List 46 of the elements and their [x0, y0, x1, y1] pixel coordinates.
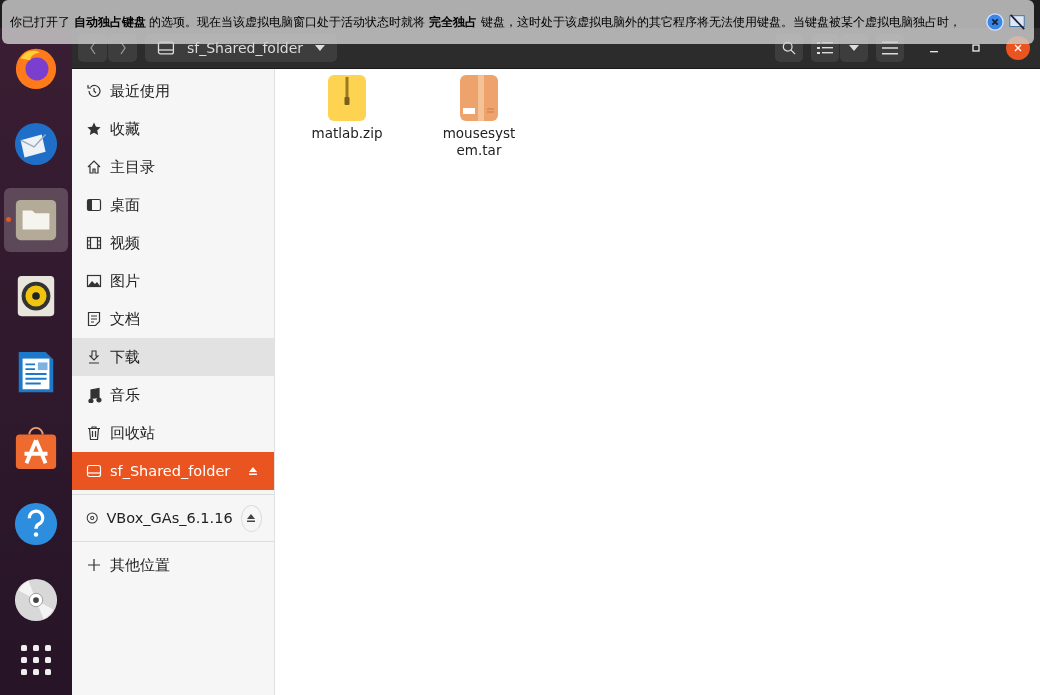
folder-icon[interactable] [13, 197, 59, 243]
music-icon [86, 387, 102, 403]
maximize-icon [971, 43, 981, 53]
minimize-icon [929, 51, 939, 53]
drive-icon [86, 463, 102, 479]
sidebar-item[interactable]: 其他位置 [72, 546, 274, 584]
recent-icon [86, 83, 102, 99]
sidebar-item[interactable]: 桌面 [72, 186, 274, 224]
mail-globe-icon[interactable] [13, 121, 59, 167]
sidebar-item[interactable]: 视频 [72, 224, 274, 262]
keyboard-off-icon[interactable] [1008, 13, 1026, 31]
disc-icon[interactable] [13, 577, 59, 623]
sidebar-item[interactable]: 收藏 [72, 110, 274, 148]
sidebar-item[interactable]: 文档 [72, 300, 274, 338]
dock-item[interactable] [4, 188, 68, 252]
disc-icon [86, 510, 99, 526]
help-icon[interactable] [13, 501, 59, 547]
sidebar-item[interactable]: sf_Shared_folder [72, 452, 274, 490]
close-icon [1013, 43, 1023, 53]
close-icon[interactable] [986, 13, 1004, 31]
package-icon [460, 75, 498, 121]
app-grid-icon[interactable] [20, 644, 52, 676]
eject-icon [246, 513, 257, 523]
download-icon [86, 349, 102, 365]
sidebar-item[interactable]: 最近使用 [72, 72, 274, 110]
trash-icon [86, 425, 102, 441]
sidebar-item[interactable]: 图片 [72, 262, 274, 300]
search-icon [781, 41, 797, 55]
notification-text: 你已打开了 自动独占键盘 的选项。现在当该虚拟电脑窗口处于活动状态时就将 完全独占 键盘，这时处于该虚拟电脑外的其它程序将无法使用键盘。当键盘被某个虚拟电脑独占时， [10, 14, 962, 30]
home-icon [86, 159, 102, 175]
eject-icon [248, 466, 258, 476]
sidebar-item[interactable]: 音乐 [72, 376, 274, 414]
sidebar-item[interactable]: 下载 [72, 338, 274, 376]
file-item[interactable]: mousesyst em.tar [439, 75, 519, 159]
plus-icon [86, 557, 102, 573]
zip-archive-icon [328, 75, 366, 121]
file-item[interactable]: matlab.zip [307, 75, 387, 142]
sidebar-item[interactable]: 回收站 [72, 414, 274, 452]
star-icon [86, 121, 102, 137]
video-icon [86, 235, 102, 251]
desktop-icon [86, 197, 102, 213]
shopping-bag-icon[interactable] [13, 425, 59, 471]
sidebar-item[interactable]: 主目录 [72, 148, 274, 186]
sidebar-item[interactable]: VBox_GAs_6.1.16 [72, 499, 274, 537]
doc-icon [86, 311, 102, 327]
picture-icon [86, 273, 102, 289]
